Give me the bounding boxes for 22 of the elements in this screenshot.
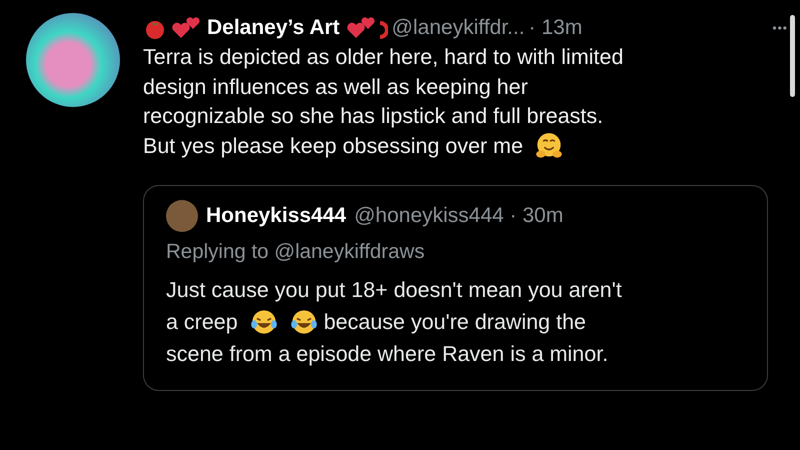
quote-text: scene from a episode where Raven is a minor.	[166, 341, 608, 368]
hugging-face-icon	[535, 132, 564, 160]
laughing-face-icon	[250, 308, 278, 336]
user-handle: @honeykiss444 · 30m	[354, 204, 564, 228]
quoted-tweet-card[interactable]: Honeykiss444 @honeykiss444 · 30m Replying to @laneykiffdraws Just cause you put 18+ doesn't mean you aren't a creep because you're drawing the scene from a episode where Raven is a minor.	[143, 185, 768, 391]
quote-text: Just cause you put 18+ doesn't mean you aren't	[166, 277, 622, 304]
user-handle[interactable]: @laneykiffdr...	[392, 16, 525, 40]
hearts-icon	[346, 16, 376, 40]
replying-to-text: Replying to @laneykiffdraws	[166, 240, 426, 264]
display-name[interactable]: Delaney’s Art	[207, 16, 340, 40]
tweet-text: But yes please keep obsessing over me	[143, 132, 524, 160]
timestamp[interactable]: · 13m	[528, 16, 582, 40]
more-options-button[interactable]: •••	[772, 21, 788, 35]
tweet-text: recognizable so she has lipstick and full breasts.	[143, 103, 604, 130]
tweet-text: design influences as well as keeping her	[143, 74, 528, 100]
hearts-icon	[171, 16, 201, 40]
display-name[interactable]: Honeykiss444	[206, 204, 346, 228]
tweet-text: Terra is depicted as older here, hard to with limited	[143, 44, 624, 71]
scrollbar[interactable]	[790, 15, 795, 97]
quote-text: a creep	[166, 309, 238, 336]
laughing-face-icon	[290, 308, 318, 336]
quote-text: because you're drawing the	[324, 309, 586, 336]
